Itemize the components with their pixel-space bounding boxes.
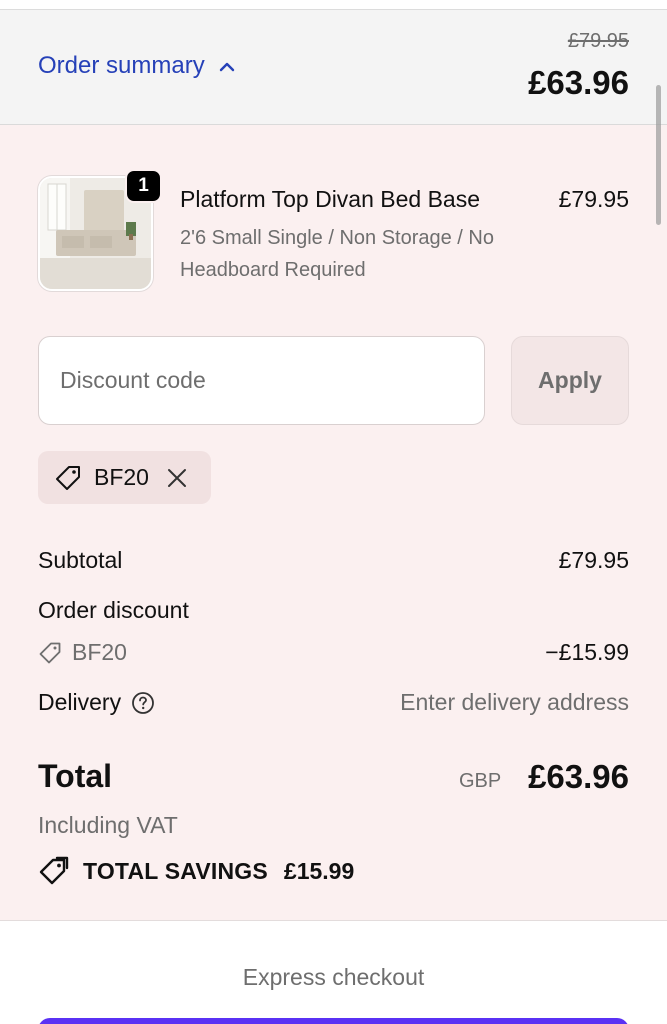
order-summary-header[interactable]: Order summary £79.95 £63.96 (0, 10, 667, 125)
applied-discount-code: BF20 (94, 464, 149, 490)
scrollbar[interactable] (656, 85, 661, 225)
delivery-value: Enter delivery address (400, 689, 629, 715)
quantity-badge: 1 (125, 169, 162, 203)
header-total-price: £63.96 (528, 64, 629, 101)
subtotal-value: £79.95 (558, 547, 629, 573)
discount-code-row: BF20 (38, 639, 127, 666)
chevron-up-icon[interactable] (219, 60, 235, 72)
subtotal-label: Subtotal (38, 547, 123, 573)
total-savings-row: TOTAL SAVINGS £15.99 (38, 856, 354, 887)
express-checkout-label: Express checkout (242, 964, 425, 990)
currency-code: GBP (459, 770, 502, 792)
total-label: Total (38, 758, 113, 794)
tag-icon (38, 641, 62, 665)
product-variant: 2'6 Small Single / Non Storage / No Head… (180, 227, 494, 281)
order-summary-toggle[interactable]: Order summary (38, 52, 235, 80)
savings-tag-icon (38, 856, 69, 887)
apply-discount-button[interactable]: Apply (511, 336, 629, 425)
discount-value: −£15.99 (545, 639, 629, 665)
order-discount-label: Order discount (38, 597, 189, 623)
total-savings-label: TOTAL SAVINGS (83, 858, 268, 884)
top-divider (0, 0, 667, 10)
express-checkout-button[interactable] (38, 1018, 629, 1024)
close-icon[interactable] (166, 467, 188, 489)
help-icon[interactable] (131, 691, 155, 715)
tag-icon (54, 464, 82, 492)
original-price: £79.95 (567, 30, 629, 52)
discount-code-input[interactable] (38, 336, 485, 425)
order-summary-label[interactable]: Order summary (38, 52, 205, 80)
product-name: Platform Top Divan Bed Base (180, 186, 481, 212)
product-price: £79.95 (558, 186, 629, 212)
delivery-label: Delivery (38, 689, 122, 715)
delivery-row: Delivery (38, 689, 155, 716)
applied-discount-chip: BF20 (38, 451, 211, 504)
discount-code-label: BF20 (72, 639, 127, 665)
order-summary-panel: 1 Platform Top Divan Bed Base 2'6 Small … (0, 125, 667, 921)
total-savings-value: £15.99 (283, 858, 355, 884)
total-value: £63.96 (528, 758, 629, 795)
vat-note: Including VAT (38, 812, 178, 838)
